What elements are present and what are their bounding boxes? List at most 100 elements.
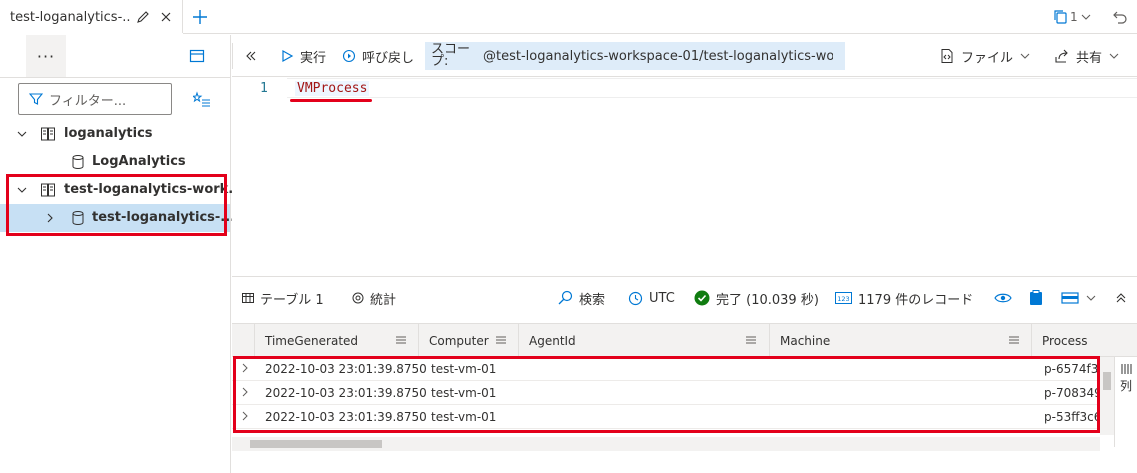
recall-button[interactable]: 呼び戻し (342, 35, 414, 77)
column-header-timegenerated[interactable]: TimeGenerated (254, 324, 418, 357)
divider (232, 43, 233, 69)
filter-input[interactable]: フィルター... (18, 83, 172, 115)
collapse-results-button[interactable] (1114, 277, 1128, 319)
tab-bar: test-loganalytics-... 1 (0, 0, 1137, 35)
eye-icon (994, 293, 1012, 303)
column-header-machine[interactable]: Machine (769, 324, 1031, 357)
close-icon[interactable] (158, 9, 174, 25)
cell-computer: test-vm-01 (431, 410, 497, 424)
column-header-label: Machine (780, 333, 831, 348)
grid-header: TimeGenerated Computer AgentId Machine P… (232, 324, 1137, 357)
file-menu-button[interactable]: ファイル (939, 35, 1031, 77)
results-grid: TimeGenerated Computer AgentId Machine P… (232, 323, 1137, 473)
success-check-icon (694, 290, 710, 306)
table-row[interactable]: 2022-10-03 23:01:39.8750 test-vm-01 p-53… (232, 405, 1100, 429)
column-menu-icon[interactable] (495, 335, 507, 345)
column-header-label: AgentId (529, 333, 576, 348)
table-row[interactable]: 2022-10-03 23:01:39.8750 test-vm-01 p-70… (232, 381, 1100, 405)
scope-label: スコープ: (431, 42, 471, 69)
pane-divider (0, 77, 230, 78)
cluster-icon (41, 183, 55, 197)
collapse-pane-icon[interactable] (188, 47, 206, 65)
vertical-scroll-thumb[interactable] (1103, 372, 1111, 390)
tab-count-button[interactable]: 1 (1052, 7, 1092, 27)
query-editor[interactable]: 1 VMProcess (232, 78, 1137, 276)
results-panel: テーブル 1 統計 検索 UTC 完了 (10.039 秒) 123 1179 … (232, 276, 1137, 473)
clock-icon (628, 291, 643, 305)
tree-item-loganalytics[interactable]: loganalytics (0, 120, 230, 148)
chevron-down-icon (1109, 53, 1119, 59)
add-tab-icon[interactable] (190, 7, 210, 27)
query-tab[interactable]: test-loganalytics-... (0, 0, 183, 35)
cell-process: p-6574f3e (1044, 362, 1100, 376)
code-file-icon (941, 49, 953, 63)
record-count-label: 1179 件のレコード (858, 292, 974, 308)
copy-icon (1054, 10, 1067, 24)
share-label: 共有 (1076, 50, 1103, 66)
chevron-right-icon[interactable] (44, 212, 56, 224)
tab-stats-label: 統計 (370, 292, 397, 308)
cell-computer: test-vm-01 (431, 386, 497, 400)
tab-count-value: 1 (1070, 10, 1078, 24)
collapse-left-button[interactable] (244, 35, 258, 77)
tree-item-loganalytics-db[interactable]: LogAnalytics (0, 148, 230, 176)
more-options-button[interactable]: ··· (26, 35, 66, 77)
column-menu-icon[interactable] (745, 335, 757, 345)
search-button[interactable]: 検索 (557, 277, 605, 319)
cell-process: p-708349 (1044, 386, 1100, 400)
scope-value: @test-loganalytics-workspace-01/test-log… (483, 48, 833, 64)
vertical-scrollbar[interactable] (1100, 357, 1114, 435)
cell-computer: test-vm-01 (431, 362, 497, 376)
undo-icon[interactable] (1111, 8, 1129, 26)
column-header-computer[interactable]: Computer (418, 324, 518, 357)
columns-label: 列 (1119, 379, 1132, 393)
current-line-highlight (287, 78, 1137, 98)
highlight-underline (290, 99, 372, 102)
command-bar: 実行 呼び戻し スコープ: @test-loganalytics-workspa… (232, 35, 1137, 77)
tree-item-test-database[interactable]: test-loganalytics-... (0, 204, 235, 232)
column-header-agentid[interactable]: AgentId (518, 324, 769, 357)
column-header-process[interactable]: Process (1031, 324, 1137, 357)
column-header-label: Process (1042, 333, 1088, 348)
horizontal-scrollbar[interactable] (232, 437, 1100, 451)
layout-menu-button[interactable] (1061, 277, 1097, 319)
chevron-down-icon (1086, 295, 1096, 301)
cell-timegenerated: 2022-10-03 23:01:39.8750 (265, 362, 427, 376)
chevron-down-icon[interactable] (16, 184, 28, 196)
run-label: 実行 (300, 50, 327, 66)
file-label: ファイル (961, 50, 1014, 66)
copy-results-button[interactable] (1029, 277, 1043, 319)
double-chevron-up-icon (1116, 293, 1126, 303)
chevron-right-icon[interactable] (240, 363, 250, 373)
tab-table-label: テーブル 1 (260, 292, 324, 308)
timezone-button[interactable]: UTC (628, 277, 675, 319)
column-header-label: Computer (429, 333, 489, 348)
scope-selector[interactable]: スコープ: @test-loganalytics-workspace-01/te… (425, 42, 845, 70)
column-menu-icon[interactable] (1008, 335, 1020, 345)
run-button[interactable]: 実行 (280, 35, 326, 77)
cluster-icon (41, 127, 55, 141)
record-count: 123 1179 件のレコード (835, 277, 973, 319)
share-menu-button[interactable]: 共有 (1054, 35, 1120, 77)
tree-item-test-workspace[interactable]: test-loganalytics-work... (0, 176, 243, 204)
double-chevron-left-icon (246, 51, 256, 61)
query-text[interactable]: VMProcess (295, 81, 370, 96)
edit-icon[interactable] (135, 9, 151, 25)
share-icon (1055, 49, 1068, 63)
columns-panel-button[interactable]: 列 (1114, 357, 1137, 447)
chevron-down-icon[interactable] (16, 128, 28, 140)
chevron-right-icon[interactable] (240, 387, 250, 397)
chevron-right-icon[interactable] (240, 411, 250, 421)
tab-table[interactable]: テーブル 1 (242, 277, 324, 319)
column-menu-icon[interactable] (395, 335, 407, 345)
layout-icon (1061, 292, 1079, 304)
search-label: 検索 (579, 292, 606, 308)
tab-stats[interactable]: 統計 (352, 277, 396, 319)
table-row[interactable]: 2022-10-03 23:01:39.8750 test-vm-01 p-65… (232, 357, 1100, 381)
schema-pane: ··· フィルター... loganalytics LogAnalytics t… (0, 35, 243, 473)
horizontal-scroll-thumb[interactable] (250, 440, 382, 448)
cell-process: p-53ff3c6 (1044, 410, 1100, 424)
favorites-filter-icon[interactable] (192, 90, 212, 110)
view-button[interactable] (994, 277, 1012, 319)
play-icon (282, 49, 294, 63)
